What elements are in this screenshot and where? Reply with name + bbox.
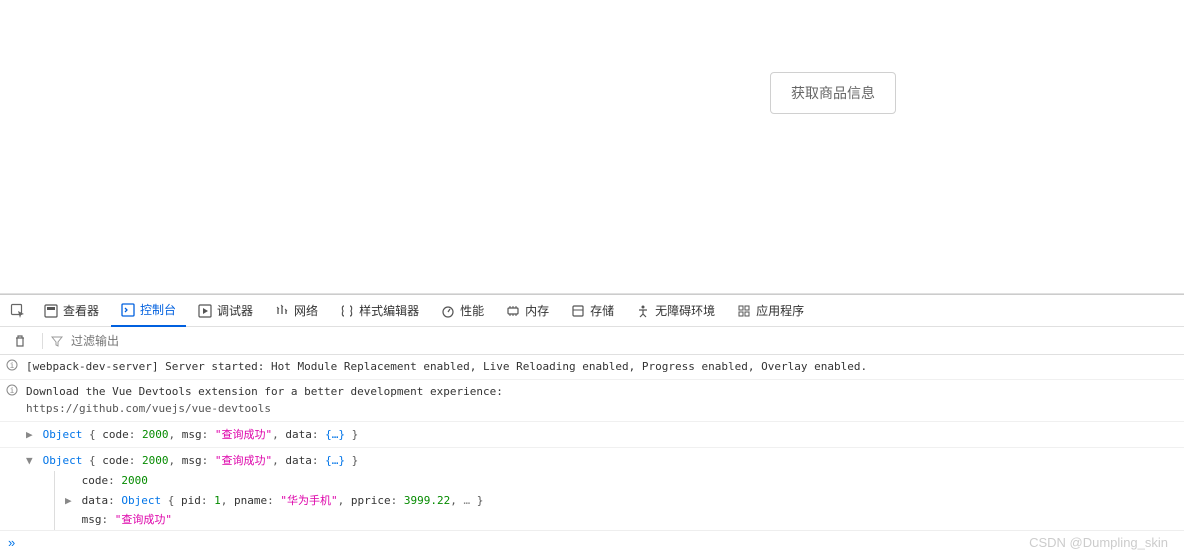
log-entry-object: ▶ Object { code: 2000, msg: "查询成功", data…	[0, 422, 1184, 449]
tab-inspector[interactable]: 查看器	[34, 295, 109, 327]
tab-label: 存储	[590, 302, 614, 319]
disclosure-triangle[interactable]: ▶	[26, 426, 36, 444]
log-link[interactable]: https://github.com/vuejs/vue-devtools	[26, 400, 1178, 418]
console-output: i [webpack-dev-server] Server started: H…	[0, 355, 1184, 552]
filter-input[interactable]	[71, 334, 271, 348]
object-property: msg: "查询成功"	[65, 510, 1178, 530]
object-label[interactable]: Object	[43, 454, 83, 467]
style-icon	[340, 304, 354, 318]
tab-performance[interactable]: 性能	[431, 295, 494, 327]
tab-label: 查看器	[63, 302, 99, 319]
prompt-icon: »	[8, 535, 15, 550]
memory-icon	[506, 304, 520, 318]
svg-text:i: i	[10, 386, 15, 395]
performance-icon	[441, 304, 455, 318]
tab-label: 内存	[525, 302, 549, 319]
tab-label: 网络	[294, 302, 318, 319]
filter-icon	[51, 335, 63, 347]
disclosure-triangle[interactable]: ▼	[26, 452, 36, 470]
debugger-icon	[198, 304, 212, 318]
accessibility-icon	[636, 304, 650, 318]
devtools-panel: 查看器 控制台 调试器 网络 样式编辑器 性能 内存 存储	[0, 294, 1184, 552]
tab-label: 性能	[460, 302, 484, 319]
tab-label: 样式编辑器	[359, 302, 419, 319]
svg-text:i: i	[10, 361, 15, 370]
tab-console[interactable]: 控制台	[111, 295, 186, 327]
fetch-product-button[interactable]: 获取商品信息	[770, 72, 896, 114]
log-entry-info: i [webpack-dev-server] Server started: H…	[0, 355, 1184, 380]
info-icon: i	[6, 384, 20, 396]
inspector-icon	[44, 304, 58, 318]
tab-network[interactable]: 网络	[265, 295, 328, 327]
watermark: CSDN @Dumpling_skin	[1029, 535, 1168, 550]
network-icon	[275, 304, 289, 318]
tab-label: 应用程序	[756, 302, 804, 319]
console-prompt-bar[interactable]: »	[0, 530, 1184, 554]
storage-icon	[571, 304, 585, 318]
tab-label: 无障碍环境	[655, 302, 715, 319]
disclosure-triangle[interactable]: ▶	[65, 492, 75, 510]
tab-accessibility[interactable]: 无障碍环境	[626, 295, 725, 327]
tab-debugger[interactable]: 调试器	[188, 295, 263, 327]
object-property: ▶ data: Object { pid: 1, pname: "华为手机", …	[65, 491, 1178, 511]
object-label[interactable]: Object	[43, 428, 83, 441]
tab-application[interactable]: 应用程序	[727, 295, 814, 327]
tab-label: 调试器	[217, 302, 253, 319]
console-filter-bar	[0, 327, 1184, 355]
tab-style-editor[interactable]: 样式编辑器	[330, 295, 429, 327]
log-entry-info: i Download the Vue Devtools extension fo…	[0, 380, 1184, 422]
devtools-tabs: 查看器 控制台 调试器 网络 样式编辑器 性能 内存 存储	[0, 295, 1184, 327]
console-icon	[121, 303, 135, 317]
tab-label: 控制台	[140, 301, 176, 318]
log-text: [webpack-dev-server] Server started: Hot…	[26, 358, 1178, 376]
tab-memory[interactable]: 内存	[496, 295, 559, 327]
info-icon: i	[6, 359, 20, 371]
tab-storage[interactable]: 存储	[561, 295, 624, 327]
object-property: code: 2000	[65, 471, 1178, 491]
application-icon	[737, 304, 751, 318]
log-text: Download the Vue Devtools extension for …	[26, 383, 1178, 401]
clear-console-icon[interactable]	[6, 327, 34, 355]
pick-element-icon[interactable]	[4, 297, 32, 325]
